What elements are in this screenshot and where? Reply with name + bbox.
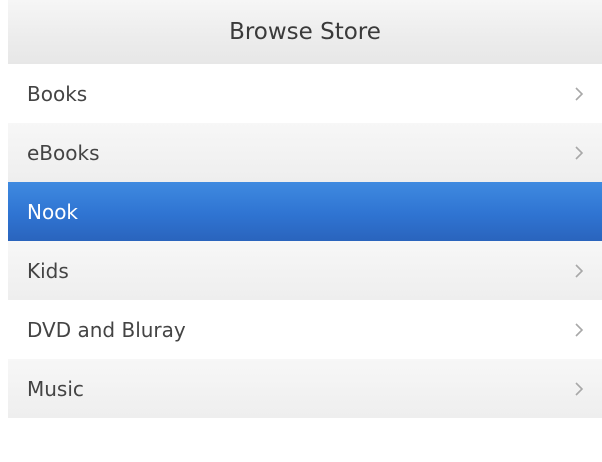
list-item-label: DVD and Bluray <box>27 317 186 342</box>
list-item-label: Nook <box>27 199 79 224</box>
chevron-right-icon <box>572 322 586 337</box>
chevron-right-icon <box>572 263 586 278</box>
browse-store-header: Browse Store <box>8 0 602 64</box>
list-item-label: Kids <box>27 258 69 283</box>
list-item-label: Music <box>27 376 84 401</box>
list-item-label: Books <box>27 81 88 106</box>
list-item-ebooks[interactable]: eBooks <box>8 123 602 182</box>
category-list: Books eBooks Nook Kids DVD and Bluray Mu… <box>8 64 602 418</box>
chevron-right-icon <box>572 381 586 396</box>
list-item-dvd-and-bluray[interactable]: DVD and Bluray <box>8 300 602 359</box>
list-item-kids[interactable]: Kids <box>8 241 602 300</box>
chevron-right-icon <box>572 86 586 101</box>
empty-space <box>8 418 602 462</box>
list-item-music[interactable]: Music <box>8 359 602 418</box>
browse-store-panel: Browse Store Books eBooks Nook Kids DVD … <box>0 0 602 462</box>
chevron-right-icon <box>572 145 586 160</box>
list-item-nook[interactable]: Nook <box>8 182 602 241</box>
list-item-books[interactable]: Books <box>8 64 602 123</box>
list-item-label: eBooks <box>27 140 100 165</box>
page-title: Browse Store <box>229 19 381 45</box>
